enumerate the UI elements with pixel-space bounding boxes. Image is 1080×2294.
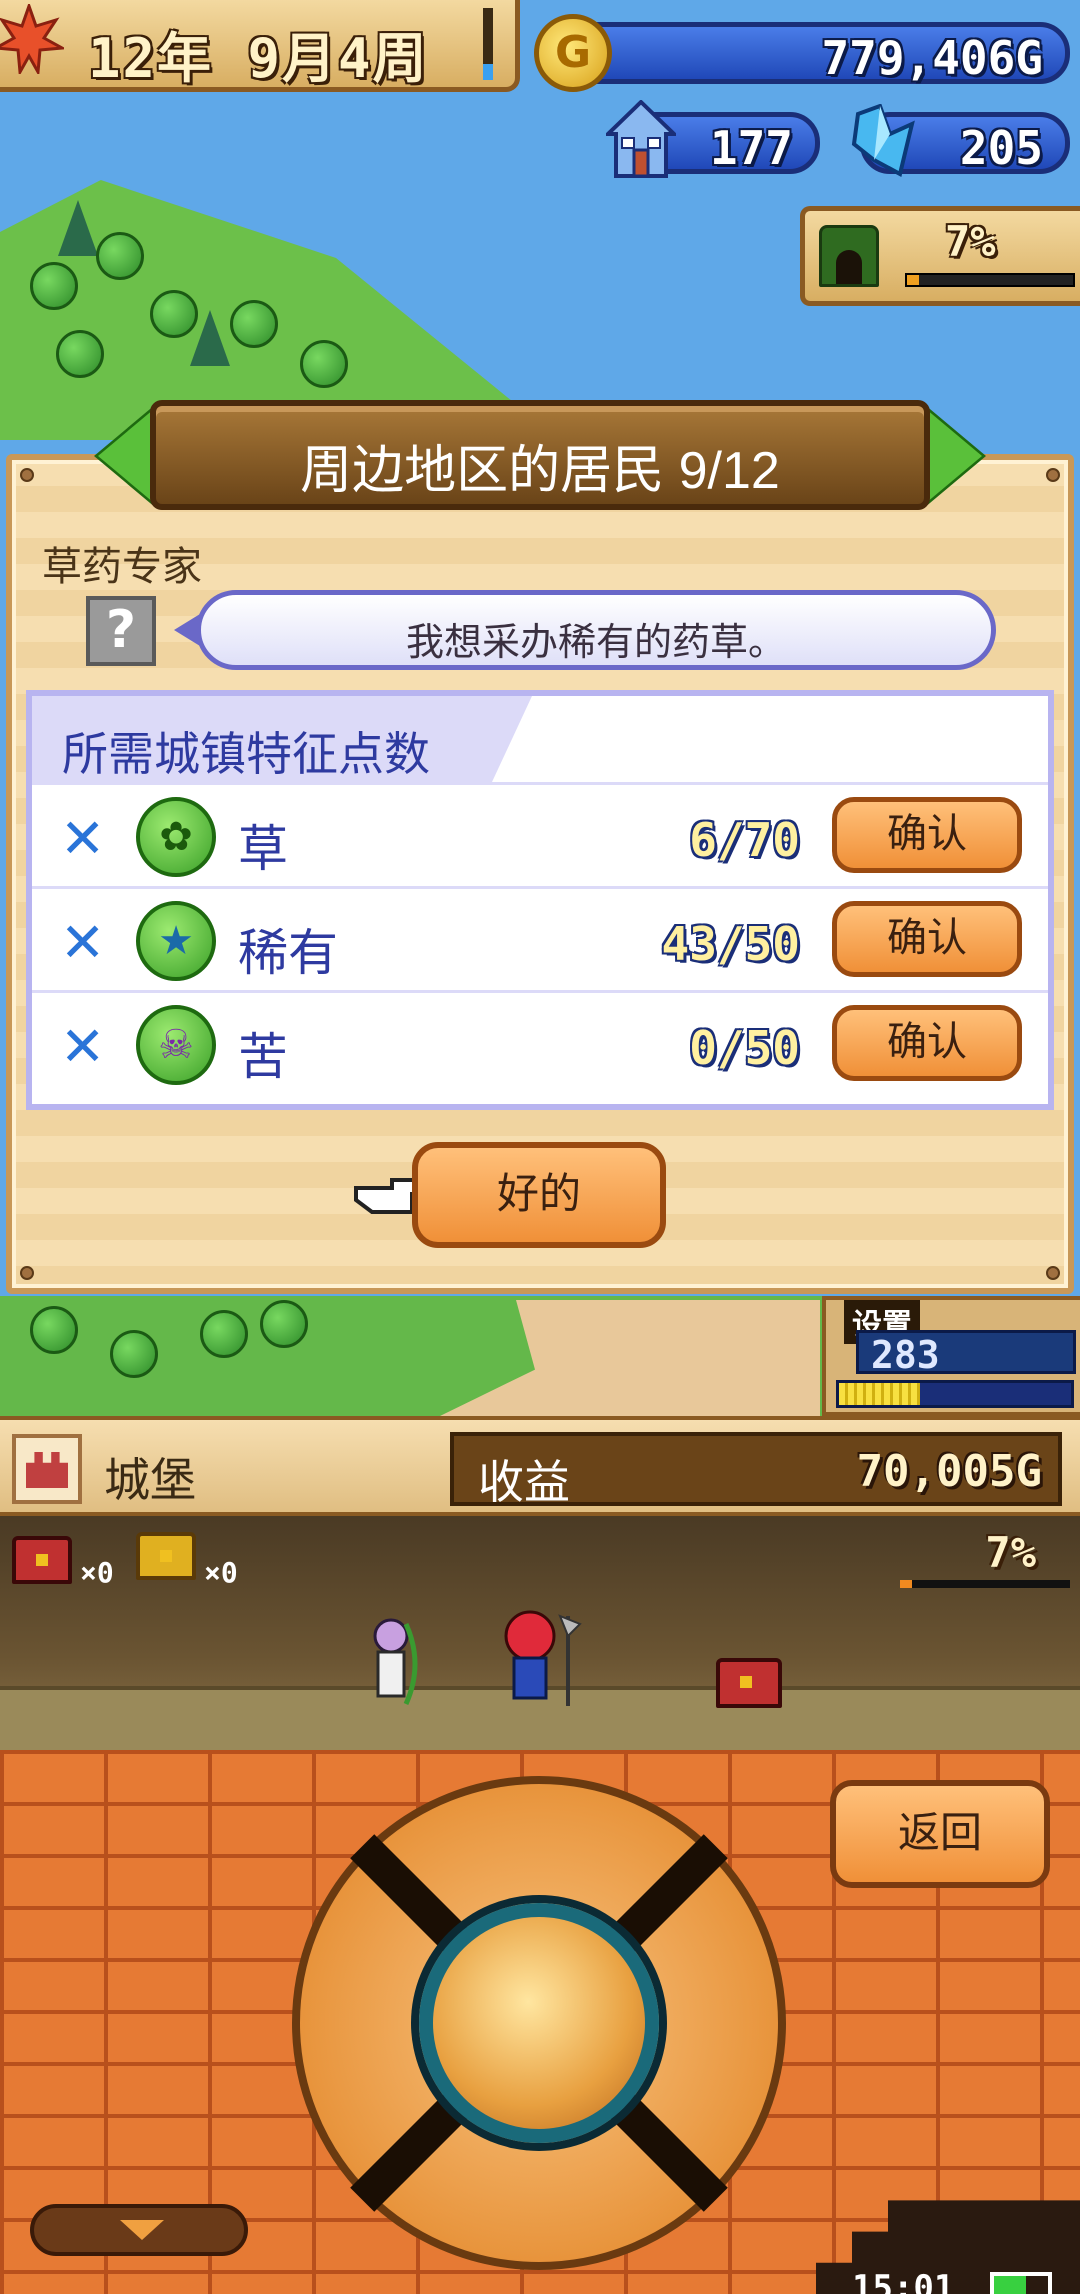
requirement-row: ✕ ★ 稀有 43/50 确认 (32, 886, 1048, 990)
back-button[interactable]: 返回 (830, 1780, 1050, 1888)
unmet-x-icon: ✕ (60, 1015, 106, 1078)
confirm-button[interactable]: 确认 (832, 1005, 1022, 1081)
requirement-row: ✕ ☠ 苦 0/50 确认 (32, 990, 1048, 1094)
tree (56, 330, 104, 378)
requirements-header: 所需城镇特征点数 (32, 696, 532, 782)
exploration-panel[interactable]: 7% (800, 206, 1080, 306)
archer-hero-icon (373, 1618, 418, 1706)
date-panel: 12年 9月4周 (0, 0, 520, 92)
gold-value: 779,406G (821, 31, 1043, 85)
gold-coin-icon: G (534, 14, 612, 92)
crystal-icon (851, 104, 915, 177)
town-value: 177 (709, 121, 793, 175)
dialog-title-banner: 周边地区的居民 9/12 (150, 400, 930, 510)
menu-toggle[interactable] (30, 2204, 248, 2256)
requirement-count: 6/70 (689, 813, 800, 867)
confirm-button[interactable]: 确认 (832, 797, 1022, 873)
requirement-count: 0/50 (689, 1021, 800, 1075)
confirm-button[interactable]: 确认 (832, 901, 1022, 977)
house-icon (606, 100, 676, 178)
income-label: 收益 (478, 1456, 570, 1508)
tree (200, 1310, 248, 1358)
tree (110, 1330, 158, 1378)
castle-icon (12, 1434, 82, 1504)
ok-button[interactable]: 好的 (412, 1142, 666, 1248)
warrior-hero-icon (504, 1610, 582, 1706)
tree (96, 232, 144, 280)
requirements-title: 所需城镇特征点数 (62, 728, 430, 780)
town-status-bar-fill (839, 1383, 921, 1405)
treasure-chest-icon[interactable] (716, 1658, 782, 1708)
rivet (20, 468, 34, 482)
battery-fill (994, 2276, 1027, 2294)
npc-portrait-icon: ? (86, 596, 156, 666)
requirement-label: 苦 (238, 1029, 288, 1085)
week-progress-bar (483, 8, 493, 80)
date-label: 12年 9月4周 (88, 27, 429, 90)
exploration-bar (905, 273, 1075, 287)
town-status-number: 283 (856, 1330, 1076, 1377)
grass-icon: ✿ (136, 797, 216, 877)
exploration-bar-fill (907, 275, 919, 285)
income-box: 收益 70,005G (450, 1432, 1062, 1508)
info-strip: 城堡 收益 70,005G (0, 1416, 1080, 1516)
requirement-label: 稀有 (238, 925, 338, 981)
gold-chest-icon (136, 1532, 196, 1580)
pine-tree (58, 200, 98, 256)
star-icon: ★ (136, 901, 216, 981)
pine-tree (190, 310, 230, 366)
unmet-x-icon: ✕ (60, 807, 106, 870)
requirements-box: 所需城镇特征点数 ✕ ✿ 草 6/70 确认 ✕ ★ 稀有 43/50 确认 ✕… (26, 690, 1054, 1110)
income-value: 70,005G (856, 1446, 1042, 1497)
speech-bubble: 我想采办稀有的药草。 (196, 590, 996, 670)
dungeon-progress-bar (900, 1580, 1070, 1588)
chevron-down-icon (120, 2220, 164, 2240)
town-status-panel[interactable]: 设置 283 (822, 1296, 1080, 1416)
exploration-percent: 7% (945, 217, 996, 266)
maple-leaf-icon (0, 4, 64, 74)
dialog-title: 周边地区的居民 9/12 (300, 442, 780, 500)
dungeon-progress-percent: 7% (985, 1528, 1036, 1577)
dungeon-view: ×0 ×0 7% (0, 1516, 1080, 1750)
town-status-bar (836, 1380, 1074, 1408)
speech-text: 我想采办稀有的药草。 (405, 622, 786, 664)
rivet (20, 1266, 34, 1280)
crystal-value: 205 (959, 121, 1043, 175)
rivet (1046, 1266, 1060, 1280)
dpad-center-button[interactable] (419, 1903, 659, 2143)
direction-pad[interactable] (292, 1776, 786, 2270)
gold-counter: 779,406G (540, 22, 1070, 85)
tree (230, 300, 278, 348)
location-label: 城堡 (104, 1454, 196, 1506)
cave-icon (819, 225, 879, 287)
bitter-icon: ☠ (136, 1005, 216, 1085)
red-chest-icon (12, 1536, 72, 1584)
gold-chest-count: ×0 (204, 1556, 238, 1589)
battery-icon (990, 2272, 1052, 2294)
tree (300, 340, 348, 388)
tree (30, 262, 78, 310)
rivet (1046, 468, 1060, 482)
tree (260, 1300, 308, 1348)
dungeon-progress-bar-fill (900, 1580, 912, 1588)
red-chest-count: ×0 (80, 1556, 114, 1589)
clock: 15:01 (852, 2268, 955, 2294)
unmet-x-icon: ✕ (60, 911, 106, 974)
requirement-label: 草 (238, 821, 288, 877)
tree (30, 1306, 78, 1354)
requirement-row: ✕ ✿ 草 6/70 确认 (32, 782, 1048, 886)
npc-name: 草药专家 (42, 545, 202, 589)
requirement-count: 43/50 (661, 917, 800, 971)
